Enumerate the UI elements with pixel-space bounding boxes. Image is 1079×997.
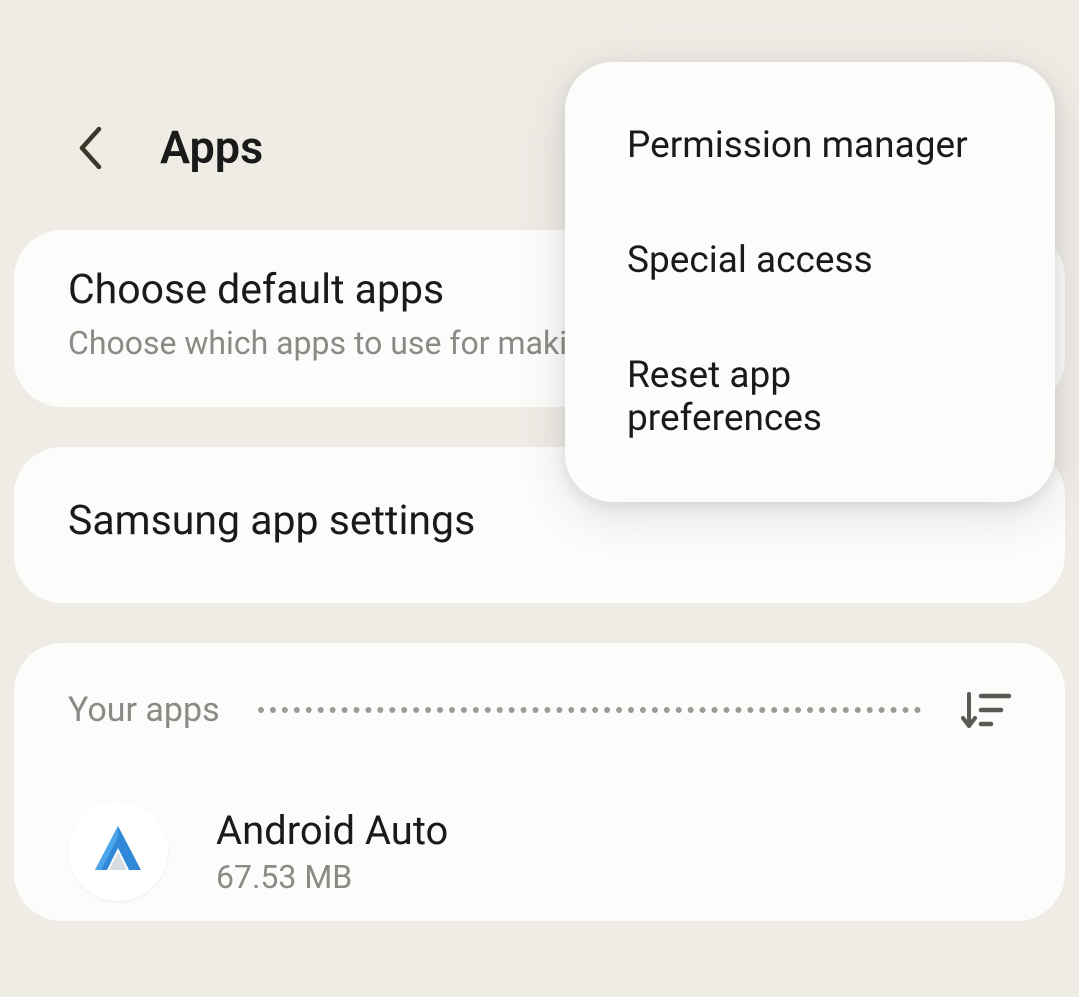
app-info: Android Auto 67.53 MB xyxy=(216,807,448,896)
your-apps-header: Your apps xyxy=(68,687,1011,733)
card-your-apps: Your apps Android Auto 67.53 MB xyxy=(14,643,1065,921)
app-size: 67.53 MB xyxy=(216,858,448,896)
back-icon[interactable] xyxy=(70,118,110,178)
menu-reset-app-preferences[interactable]: Reset app preferences xyxy=(565,318,1055,476)
divider-dots xyxy=(258,707,921,713)
app-row[interactable]: Android Auto 67.53 MB xyxy=(68,781,1011,921)
page-title: Apps xyxy=(160,121,263,174)
samsung-settings-title: Samsung app settings xyxy=(68,497,1011,545)
sort-icon[interactable] xyxy=(961,687,1011,733)
app-name: Android Auto xyxy=(216,807,448,854)
your-apps-label: Your apps xyxy=(68,690,220,730)
menu-special-access[interactable]: Special access xyxy=(565,203,1055,318)
android-auto-icon xyxy=(68,801,168,901)
menu-permission-manager[interactable]: Permission manager xyxy=(565,88,1055,203)
overflow-menu-popup: Permission manager Special access Reset … xyxy=(565,62,1055,502)
